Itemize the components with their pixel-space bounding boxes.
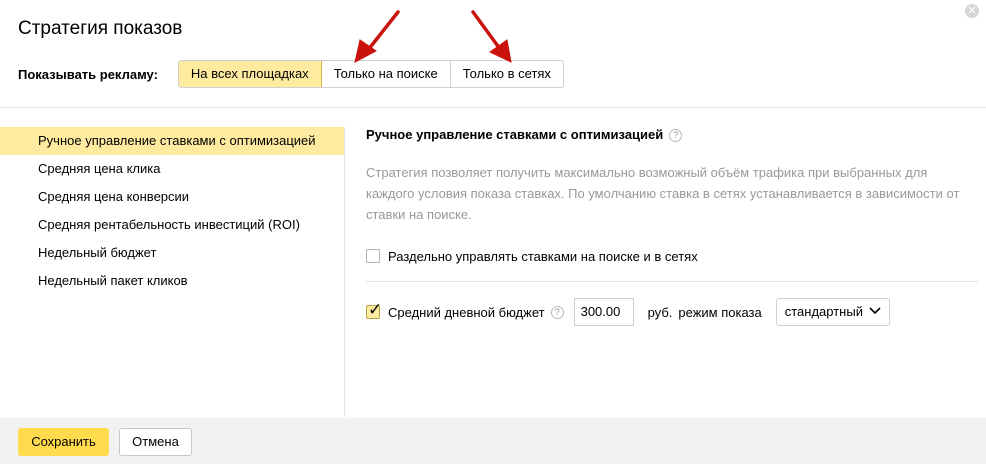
strategy-item-roi[interactable]: Средняя рентабельность инвестиций (ROI) — [0, 211, 344, 239]
currency-label: руб. — [647, 304, 673, 320]
dialog-footer: Сохранить Отмена — [0, 418, 986, 464]
details-description: Стратегия позволяет получить максимально… — [366, 165, 960, 222]
daily-budget-input[interactable]: 300.00 — [573, 298, 634, 326]
strategy-item-weekly-clicks[interactable]: Недельный пакет кликов — [0, 267, 344, 295]
daily-budget-row: Средний дневной бюджет ? 300.00 руб. реж… — [366, 298, 890, 326]
strategy-sidebar: Ручное управление ставками с оптимизацие… — [0, 127, 345, 417]
save-button[interactable]: Сохранить — [18, 428, 109, 456]
daily-budget-checkbox[interactable] — [366, 300, 382, 320]
details-separator — [366, 281, 978, 282]
separate-bids-label[interactable]: Раздельно управлять ставками на поиске и… — [388, 249, 698, 264]
show-ads-option-search[interactable]: Только на поиске — [321, 61, 451, 87]
show-ads-row: Показывать рекламу: На всех площадках То… — [18, 60, 564, 88]
strategy-item-avg-cpc[interactable]: Средняя цена клика — [0, 155, 344, 183]
show-ads-label: Показывать рекламу: — [18, 66, 158, 82]
separate-bids-checkbox[interactable] — [366, 249, 380, 263]
strategy-item-avg-cpa[interactable]: Средняя цена конверсии — [0, 183, 344, 211]
arrow-to-networks-option — [471, 10, 512, 63]
dialog-title: Стратегия показов — [18, 18, 183, 39]
details-title-text: Ручное управление ставками с оптимизацие… — [366, 127, 664, 142]
question-icon[interactable]: ? — [550, 305, 564, 319]
header-divider — [0, 107, 986, 108]
cancel-button[interactable]: Отмена — [119, 428, 192, 456]
strategy-item-weekly-budget[interactable]: Недельный бюджет — [0, 239, 344, 267]
arrow-to-search-option — [354, 10, 400, 63]
mode-label: режим показа — [678, 304, 762, 320]
strategy-item-manual-optimized[interactable]: Ручное управление ставками с оптимизацие… — [0, 127, 344, 155]
show-ads-option-networks[interactable]: Только в сетях — [450, 61, 563, 87]
separate-bids-row: Раздельно управлять ставками на поиске и… — [366, 247, 978, 265]
show-ads-segmented-control: На всех площадках Только на поиске Тольк… — [177, 60, 564, 88]
chevron-down-icon — [869, 299, 881, 325]
details-title: Ручное управление ставками с оптимизацие… — [366, 127, 978, 143]
close-icon[interactable]: ✕ — [965, 4, 979, 18]
annotation-arrows — [354, 10, 512, 63]
strategy-details: Ручное управление ставками с оптимизацие… — [366, 127, 978, 326]
question-icon[interactable]: ? — [669, 128, 683, 142]
show-ads-option-all[interactable]: На всех площадках — [178, 61, 322, 87]
daily-budget-label[interactable]: Средний дневной бюджет — [388, 305, 545, 320]
mode-select-value: стандартный — [784, 304, 863, 319]
mode-select[interactable]: стандартный — [775, 298, 890, 326]
